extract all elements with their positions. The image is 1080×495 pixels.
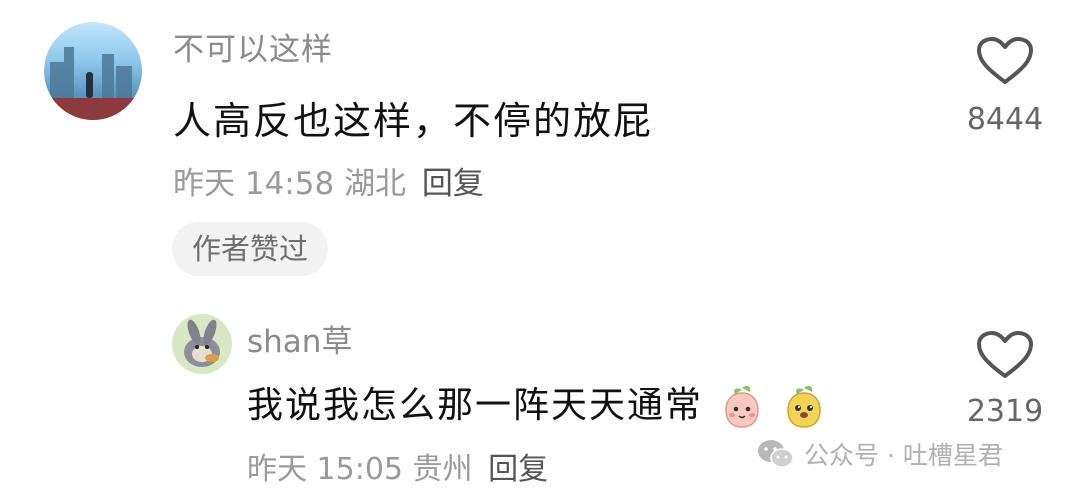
- avatar[interactable]: [172, 314, 232, 374]
- yellow-face-emoji: [787, 385, 821, 428]
- comment-text: 人高反也这样，不停的放屁: [173, 99, 654, 143]
- reply-time: 昨天 15:05: [247, 452, 403, 487]
- reply-text-line: 我说我怎么那一阵天天通常: [247, 376, 826, 430]
- reply-username[interactable]: shan草: [247, 316, 352, 361]
- comment-meta: 昨天 14:58 湖北 回复: [173, 158, 484, 203]
- reply-meta: 昨天 15:05 贵州 回复: [247, 444, 548, 488]
- like-count: 8444: [966, 102, 1044, 137]
- reply-button[interactable]: 回复: [488, 452, 548, 487]
- heart-outline-icon[interactable]: [976, 330, 1034, 380]
- comment-time: 昨天 14:58: [173, 166, 335, 202]
- reply-button[interactable]: 回复: [422, 166, 484, 202]
- comment-username[interactable]: 不可以这样: [173, 24, 333, 69]
- watermark: 公众号 · 吐槽星君: [756, 436, 1003, 472]
- watermark-text: 公众号 · 吐槽星君: [804, 441, 1003, 470]
- wechat-icon: [758, 440, 794, 468]
- reply-text: 我说我怎么那一阵天天通常: [247, 385, 704, 426]
- pink-face-emoji: [725, 385, 760, 428]
- comment-location: 湖北: [344, 166, 407, 202]
- author-liked-badge: 作者赞过: [172, 222, 329, 276]
- avatar[interactable]: [44, 22, 142, 120]
- reply-location: 贵州: [412, 452, 473, 487]
- heart-outline-icon[interactable]: [976, 36, 1034, 86]
- like-count: 2319: [966, 394, 1044, 429]
